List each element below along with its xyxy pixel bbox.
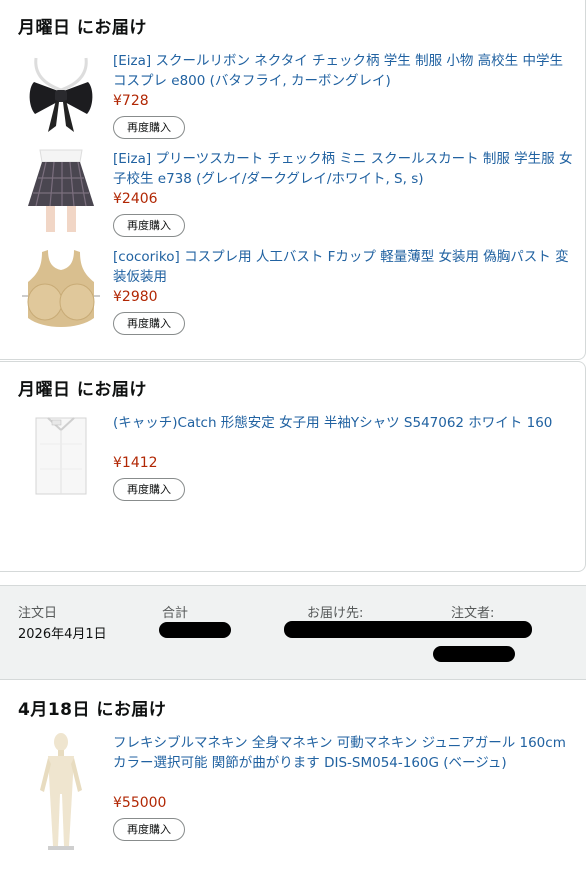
bow-tie-icon[interactable] bbox=[18, 52, 104, 138]
delivery-date-heading: 月曜日 にお届け bbox=[18, 18, 147, 38]
redacted-total bbox=[159, 622, 231, 638]
product-price: ¥55000 bbox=[113, 795, 167, 811]
redacted-ship-to bbox=[284, 621, 532, 638]
product-price: ¥1412 bbox=[113, 455, 158, 471]
breast-form-icon[interactable] bbox=[18, 248, 104, 334]
shirt-icon[interactable] bbox=[18, 414, 104, 500]
order-date-value: 2026年4月1日 bbox=[18, 627, 107, 642]
product-price: ¥728 bbox=[113, 93, 149, 109]
mannequin-icon[interactable] bbox=[18, 732, 104, 856]
rebuy-button[interactable]: 再度購入 bbox=[113, 312, 185, 335]
rebuy-button[interactable]: 再度購入 bbox=[113, 116, 185, 139]
order-date-label: 注文日 bbox=[18, 606, 58, 621]
product-link[interactable]: (キャッチ)Catch 形態安定 女子用 半袖Yシャツ S547062 ホワイト… bbox=[113, 413, 573, 433]
order-total-label: 合計 bbox=[162, 606, 189, 621]
ship-to-label: お届け先: bbox=[307, 606, 364, 621]
order-summary-header: 注文日 2026年4月1日 合計 お届け先: 注文者: bbox=[0, 585, 586, 680]
product-price: ¥2980 bbox=[113, 289, 158, 305]
rebuy-button[interactable]: 再度購入 bbox=[113, 818, 185, 841]
product-link[interactable]: [cocoriko] コスプレ用 人工バスト Fカップ 軽量薄型 女装用 偽胸パ… bbox=[113, 247, 573, 287]
product-link[interactable]: [Eiza] スクールリボン ネクタイ チェック柄 学生 制服 小物 高校生 中… bbox=[113, 51, 573, 91]
product-link[interactable]: フレキシブルマネキン 全身マネキン 可動マネキン ジュニアガール 160cm カ… bbox=[113, 733, 573, 773]
delivery-date-heading: 月曜日 にお届け bbox=[18, 380, 147, 400]
redacted-orderer bbox=[433, 646, 515, 662]
rebuy-button[interactable]: 再度購入 bbox=[113, 478, 185, 501]
orderer-label: 注文者: bbox=[451, 606, 495, 621]
skirt-icon[interactable] bbox=[18, 148, 104, 234]
product-link[interactable]: [Eiza] プリーツスカート チェック柄 ミニ スクールスカート 制服 学生服… bbox=[113, 149, 573, 189]
rebuy-button[interactable]: 再度購入 bbox=[113, 214, 185, 237]
delivery-date-heading: 4月18日 にお届け bbox=[18, 700, 167, 720]
product-price: ¥2406 bbox=[113, 191, 158, 207]
